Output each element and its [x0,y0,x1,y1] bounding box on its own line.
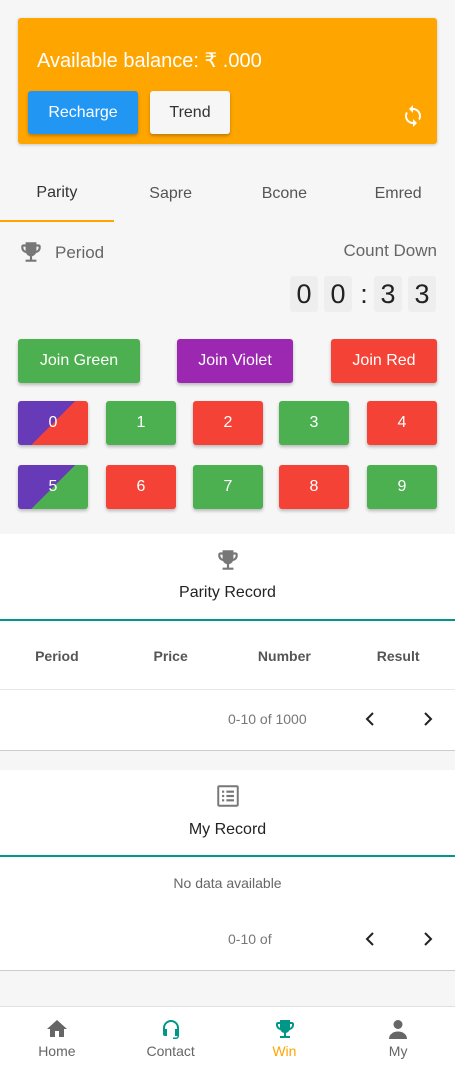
column-header-period[interactable]: Period [0,622,114,689]
chevron-left-icon[interactable] [362,708,378,730]
tab-emred[interactable]: Emred [341,166,455,222]
recharge-button[interactable]: Recharge [28,91,138,134]
parity-table-header: Period Price Number Result [0,622,455,690]
number-button-4[interactable]: 4 [367,401,437,445]
countdown-digit: 0 [290,276,318,312]
parity-pager: 0-10 of 1000 [0,690,455,750]
my-record-title: My Record [188,821,267,838]
trophy-icon [218,550,238,570]
period-label: Period [55,243,105,262]
nav-my[interactable]: My [341,1007,455,1068]
tab-bcone[interactable]: Bcone [228,166,342,222]
column-header-number[interactable]: Number [228,622,342,689]
countdown-digit: 3 [408,276,436,312]
nav-contact[interactable]: Contact [114,1007,228,1068]
join-violet-button[interactable]: Join Violet [177,339,293,383]
nav-home[interactable]: Home [0,1007,114,1068]
countdown-separator: : [360,278,368,309]
number-button-2[interactable]: 2 [193,401,263,445]
balance-card: Available balance: ₹ .000 Recharge Trend [18,18,437,144]
number-button-8[interactable]: 8 [279,465,349,509]
countdown-label: Count Down [343,241,437,260]
parity-record-section: Parity Record Period Price Number Result… [0,534,455,751]
empty-state-text: No data available [173,875,282,891]
join-red-button[interactable]: Join Red [331,339,437,383]
refresh-icon[interactable] [401,104,425,128]
list-icon [217,785,239,807]
section-divider [0,855,455,857]
number-button-3[interactable]: 3 [279,401,349,445]
nav-label: Home [38,1043,76,1059]
nav-label: Contact [146,1043,195,1059]
chevron-left-icon[interactable] [362,928,378,950]
my-record-pager: 0-10 of [0,910,455,970]
countdown-digit: 0 [324,276,352,312]
chevron-right-icon[interactable] [420,708,436,730]
nav-win[interactable]: Win [228,1007,342,1068]
number-button-7[interactable]: 7 [193,465,263,509]
number-button-9[interactable]: 9 [367,465,437,509]
nav-label: My [388,1043,408,1059]
trophy-icon [21,242,41,262]
available-balance: Available balance: ₹ .000 [37,50,262,72]
person-icon [389,1020,408,1039]
game-tabs: Parity Sapre Bcone Emred [0,166,455,222]
trophy-icon [275,1020,294,1038]
tab-parity[interactable]: Parity [0,166,114,222]
trend-button[interactable]: Trend [150,91,230,134]
number-button-6[interactable]: 6 [106,465,176,509]
home-icon [47,1020,67,1037]
pager-range: 0-10 of [228,931,272,947]
pager-range: 0-10 of 1000 [228,711,307,727]
section-divider [0,619,455,621]
my-record-section: My Record No data available 0-10 of [0,770,455,971]
nav-label: Win [272,1043,297,1059]
number-button-0[interactable]: 0 [18,401,88,445]
headset-icon [162,1020,179,1039]
bottom-navigation: Home Contact Win My [0,1006,455,1068]
countdown-timer: 0 0 : 3 3 [290,276,442,312]
number-button-5[interactable]: 5 [18,465,88,509]
parity-record-title: Parity Record [179,584,276,601]
chevron-right-icon[interactable] [420,928,436,950]
column-header-price[interactable]: Price [114,622,228,689]
tab-sapre[interactable]: Sapre [114,166,228,222]
join-green-button[interactable]: Join Green [18,339,140,383]
countdown-digit: 3 [374,276,402,312]
number-button-1[interactable]: 1 [106,401,176,445]
column-header-result[interactable]: Result [341,622,455,689]
